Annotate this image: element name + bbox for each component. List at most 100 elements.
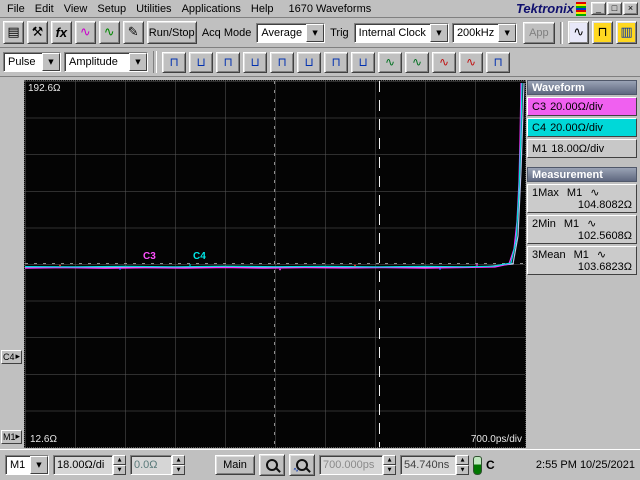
- toolbar-main: ▤ ⚒ fx ∿ ∿ ✎ Run/Stop Acq Mode Average ▼…: [0, 18, 640, 48]
- printer-icon: ▤: [7, 25, 20, 40]
- vertical-scale-stepper[interactable]: 18.00Ω/di ▲ ▼: [53, 455, 126, 475]
- acq-mode-value: Average: [261, 26, 303, 39]
- chevron-down-icon[interactable]: ▼: [30, 456, 48, 474]
- amplitude-select[interactable]: Amplitude ▼: [64, 52, 148, 72]
- meas-low-button[interactable]: ⊔: [297, 51, 321, 73]
- chevron-down-icon[interactable]: ▼: [498, 23, 517, 42]
- tools-icon: ⚒: [31, 25, 44, 40]
- trig-label: Trig: [330, 26, 349, 39]
- zoom-in-button[interactable]: [259, 454, 285, 476]
- toolbar-separator: [559, 21, 564, 44]
- meas-duty-button[interactable]: ⊓: [486, 51, 510, 73]
- pulse-select[interactable]: Pulse ▼: [3, 52, 61, 72]
- meas-min-button[interactable]: ⊔: [351, 51, 375, 73]
- math-fx-button[interactable]: fx: [50, 21, 72, 44]
- acq-mode-select[interactable]: Average ▼: [256, 22, 326, 43]
- wave-icon: ∿: [411, 55, 423, 69]
- waveform-magenta-button[interactable]: ∿: [74, 21, 96, 44]
- toolbar-measure: Pulse ▼ Amplitude ▼ ⊓ ⊔ ⊓ ⊔ ⊓ ⊔ ⊓ ⊔ ∿ ∿ …: [0, 48, 640, 77]
- meas-slope-button[interactable]: ∿: [378, 51, 402, 73]
- zoom-waveform-button[interactable]: ∿: [289, 454, 315, 476]
- channel-name: M1: [532, 142, 548, 155]
- display-dots-button[interactable]: ⊓: [592, 21, 614, 44]
- spin-down-icon[interactable]: ▼: [383, 465, 396, 475]
- arrow-right-icon: ▸: [15, 352, 20, 362]
- meas-width-button[interactable]: ⊔: [243, 51, 267, 73]
- channel-select[interactable]: M1 ▼: [5, 455, 49, 475]
- trace-c4: [25, 82, 523, 268]
- channel-name: C3: [532, 100, 547, 113]
- chevron-down-icon[interactable]: ▼: [42, 53, 60, 71]
- spin-down-icon[interactable]: ▼: [456, 465, 469, 475]
- spin-up-icon[interactable]: ▲: [172, 455, 185, 465]
- spin-down-icon[interactable]: ▼: [172, 465, 185, 475]
- waveform-traces: [25, 82, 525, 271]
- app-button[interactable]: App: [523, 21, 555, 44]
- waveform-row-m1[interactable]: M1 18.00Ω/div: [527, 139, 637, 158]
- meas-rms-button[interactable]: ∿: [432, 51, 456, 73]
- menu-file[interactable]: File: [2, 3, 30, 15]
- vertical-scale-value: 18.00Ω/di: [53, 455, 113, 475]
- trig-rate-select[interactable]: 200kHz ▼: [451, 22, 518, 43]
- offset-value: 0.0Ω: [130, 455, 172, 475]
- measurement-row-min[interactable]: 2Min M1 ∿ 102.5608Ω: [527, 215, 637, 244]
- spin-up-icon[interactable]: ▲: [383, 455, 396, 465]
- menu-setup[interactable]: Setup: [92, 3, 131, 15]
- tools-button[interactable]: ⚒: [26, 21, 48, 44]
- measurement-label: 3Mean: [532, 248, 566, 261]
- menu-view[interactable]: View: [59, 3, 93, 15]
- waveform-icon: ∿: [596, 248, 607, 261]
- close-button[interactable]: ×: [623, 2, 638, 15]
- trig-source-value: Internal Clock: [358, 26, 426, 39]
- meas-high-button[interactable]: ⊓: [270, 51, 294, 73]
- channel-marker-m1[interactable]: M1 ▸: [1, 430, 22, 444]
- chevron-down-icon[interactable]: ▼: [429, 23, 448, 42]
- meas-mean-button[interactable]: ∿: [405, 51, 429, 73]
- menu-help[interactable]: Help: [246, 3, 279, 15]
- readout-sidebar: Waveform C3 20.00Ω/div C4 20.00Ω/div M1 …: [527, 80, 637, 448]
- measurement-row-mean[interactable]: 3Mean M1 ∿ 103.6823Ω: [527, 246, 637, 275]
- spin-up-icon[interactable]: ▲: [456, 455, 469, 465]
- meas-max-button[interactable]: ⊓: [324, 51, 348, 73]
- chevron-down-icon[interactable]: ▼: [306, 23, 325, 42]
- waveform-green-button[interactable]: ∿: [98, 21, 120, 44]
- waveform-row-c4[interactable]: C4 20.00Ω/div: [527, 118, 637, 137]
- annotate-button[interactable]: ✎: [122, 21, 144, 44]
- acq-mode-label: Acq Mode: [201, 26, 252, 39]
- tektronix-logo: Tektronix: [515, 1, 574, 16]
- trig-source-select[interactable]: Internal Clock ▼: [353, 22, 449, 43]
- temperature-unit-label: C: [486, 458, 495, 472]
- meas-pkpk-button[interactable]: ∿: [459, 51, 483, 73]
- display-grid-button[interactable]: ▥: [616, 21, 638, 44]
- measurement-value: 102.5608Ω: [577, 230, 632, 242]
- run-stop-button[interactable]: Run/Stop: [146, 21, 197, 44]
- spin-up-icon[interactable]: ▲: [113, 455, 126, 465]
- window-title: 1670 Waveforms: [288, 2, 372, 15]
- display-style-button[interactable]: ∿: [568, 21, 590, 44]
- channel-marker-c4[interactable]: C4 ▸: [1, 350, 22, 364]
- chevron-down-icon[interactable]: ▼: [129, 53, 147, 71]
- measurement-source: M1: [573, 248, 589, 261]
- waveform-row-c3[interactable]: C3 20.00Ω/div: [527, 97, 637, 116]
- maximize-button[interactable]: □: [607, 2, 622, 15]
- meas-period-button[interactable]: ⊓: [216, 51, 240, 73]
- menu-edit[interactable]: Edit: [30, 3, 59, 15]
- delay-value: 54.740ns: [400, 455, 456, 475]
- measurement-row-max[interactable]: 1Max M1 ∿ 104.8082Ω: [527, 184, 637, 213]
- minimize-button[interactable]: _: [591, 2, 606, 15]
- horizontal-scale-stepper[interactable]: 700.000ps ▲ ▼: [319, 455, 396, 475]
- meas-fall-button[interactable]: ⊔: [189, 51, 213, 73]
- square-wave-icon: ⊓: [493, 55, 503, 69]
- meas-rise-button[interactable]: ⊓: [162, 51, 186, 73]
- square-wave-icon: ⊔: [196, 55, 206, 69]
- main-timebase-button[interactable]: Main: [215, 455, 255, 475]
- print-button[interactable]: ▤: [3, 21, 24, 44]
- offset-stepper[interactable]: 0.0Ω ▲ ▼: [130, 455, 185, 475]
- menu-utilities[interactable]: Utilities: [131, 3, 176, 15]
- waveform-display[interactable]: 192.6Ω 12.6Ω 700.0ps/div C3 C4: [24, 80, 526, 448]
- menu-applications[interactable]: Applications: [177, 3, 246, 15]
- top-scale-readout: 192.6Ω: [28, 83, 61, 94]
- delay-stepper[interactable]: 54.740ns ▲ ▼: [400, 455, 469, 475]
- measurement-value: 103.6823Ω: [577, 261, 632, 273]
- spin-down-icon[interactable]: ▼: [113, 465, 126, 475]
